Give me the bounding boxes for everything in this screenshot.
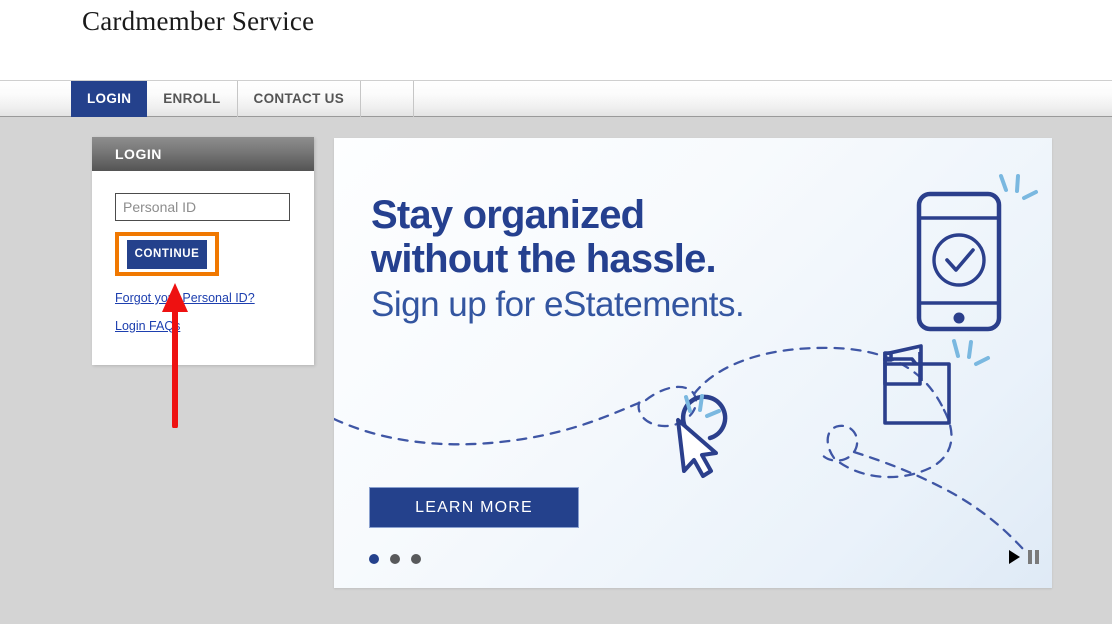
nav-trailing-spacer — [361, 81, 415, 117]
hero-subheadline: Sign up for eStatements. — [371, 285, 745, 324]
carousel-dot-3[interactable] — [411, 554, 421, 564]
continue-button[interactable]: CONTINUE — [127, 239, 207, 269]
play-icon[interactable] — [1009, 550, 1020, 564]
forgot-personal-id-link[interactable]: Forgot your Personal ID? — [115, 291, 314, 305]
pause-icon[interactable] — [1028, 550, 1039, 564]
hero-headline-line2: without the hassle. — [371, 237, 717, 281]
promo-carousel: Stay organized without the hassle. Sign … — [334, 138, 1052, 588]
login-panel: LOGIN CONTINUE Forgot your Personal ID? … — [92, 137, 314, 365]
login-panel-body: CONTINUE Forgot your Personal ID? Login … — [92, 171, 314, 333]
folder-with-document — [883, 344, 951, 425]
phone-sparkle-icon — [999, 174, 1038, 200]
tab-enroll[interactable]: ENROLL — [147, 81, 238, 117]
continue-button-highlight: CONTINUE — [115, 232, 219, 276]
nav-tab-list: LOGIN ENROLL CONTACT US — [71, 81, 415, 117]
tab-login[interactable]: LOGIN — [71, 81, 148, 117]
site-header: Cardmember Service — [0, 0, 1112, 81]
tab-contact-us[interactable]: CONTACT US — [238, 81, 362, 117]
carousel-dot-1[interactable] — [369, 554, 379, 564]
carousel-dot-list — [369, 554, 421, 564]
mobile-phone-with-checkmark — [916, 191, 1002, 332]
hero-headline: Stay organized without the hassle. — [371, 193, 717, 281]
hero-headline-line1: Stay organized — [371, 193, 645, 237]
login-faqs-link[interactable]: Login FAQs — [115, 319, 314, 333]
page-title: Cardmember Service — [82, 6, 315, 36]
folder-sparkle-icon — [952, 339, 990, 366]
carousel-dot-2[interactable] — [390, 554, 400, 564]
cursor-sparkle-icon — [684, 394, 721, 418]
carousel-playback-controls — [1009, 550, 1039, 564]
personal-id-input[interactable] — [115, 193, 290, 221]
main-navigation-bar: LOGIN ENROLL CONTACT US — [0, 81, 1112, 117]
mouse-cursor-click — [676, 394, 728, 478]
learn-more-button[interactable]: LEARN MORE — [369, 487, 579, 528]
login-panel-title: LOGIN — [92, 137, 314, 171]
